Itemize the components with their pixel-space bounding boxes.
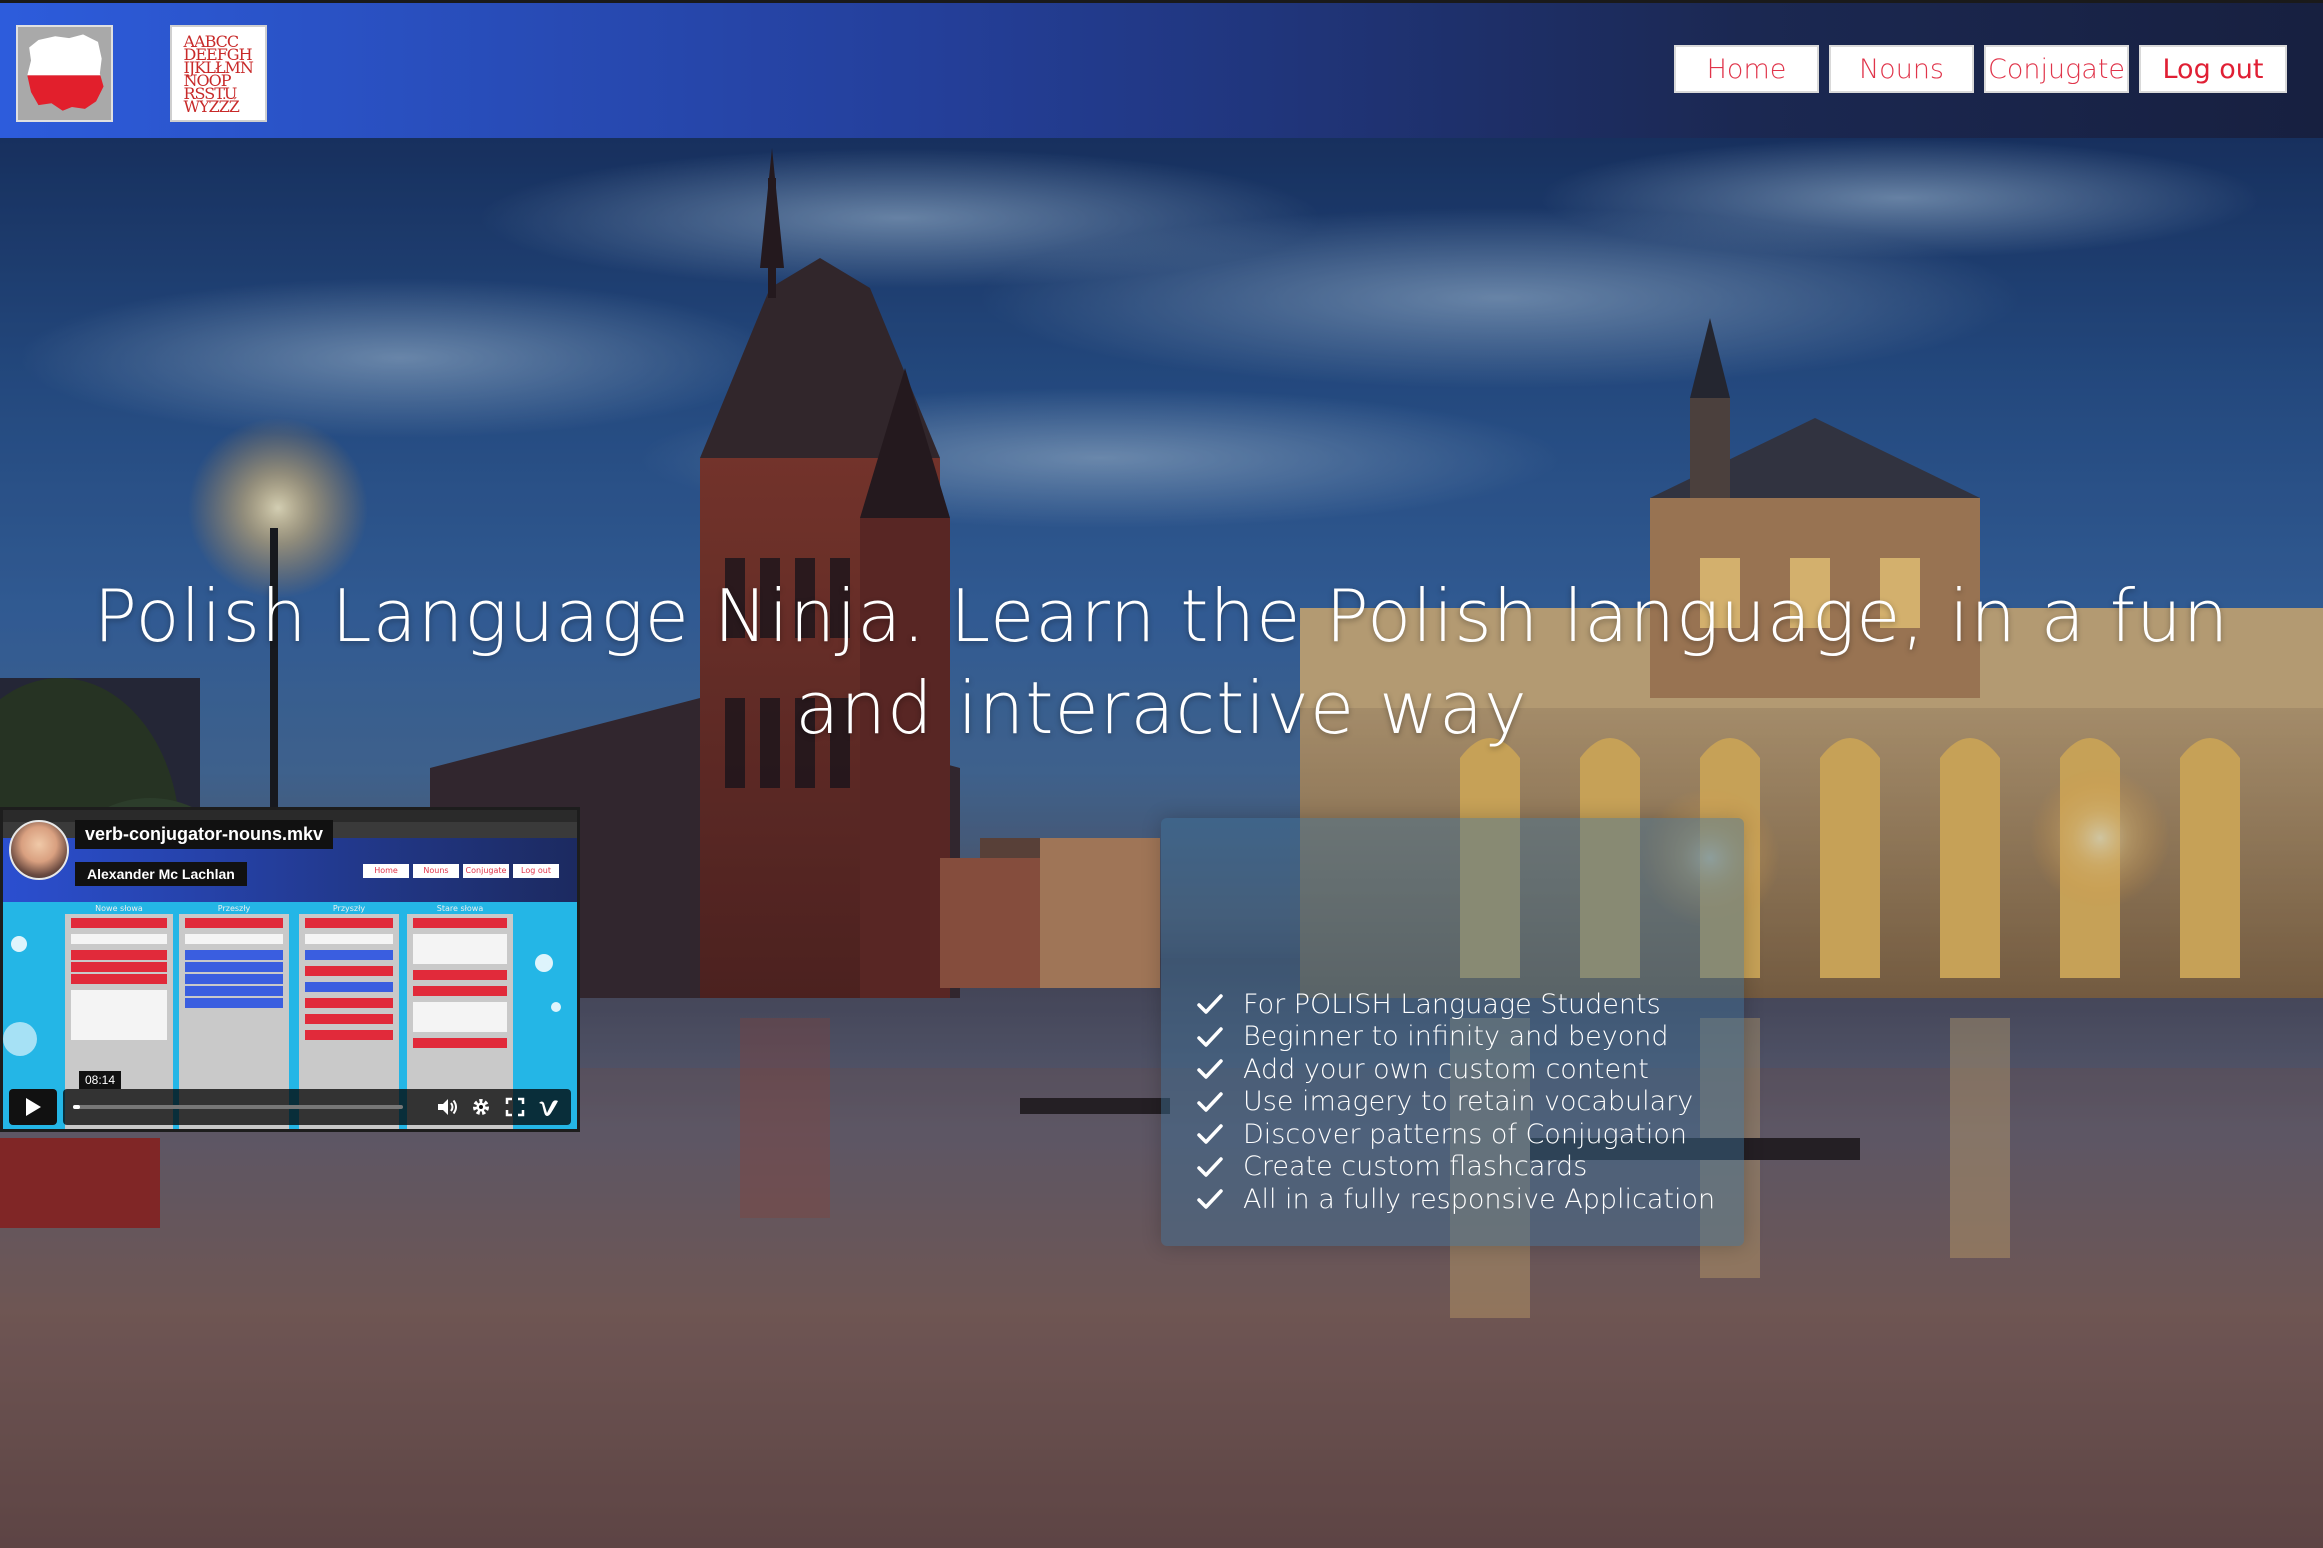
decorative-bubble xyxy=(11,936,27,952)
video-cell xyxy=(185,986,283,996)
feature-item: Discover patterns of Conjugation xyxy=(1197,1118,1744,1151)
top-navbar: AABCC DEEFGH IJKLŁMN NOOP RSSTU WYZŻŹ Ho… xyxy=(0,0,2323,138)
feature-item: Beginner to infinity and beyond xyxy=(1197,1021,1744,1054)
check-icon xyxy=(1197,1157,1223,1177)
video-controls xyxy=(9,1087,571,1127)
check-icon xyxy=(1197,1124,1223,1144)
video-mini-nav-item: Conjugate xyxy=(463,864,509,878)
video-mini-nav-item: Log out xyxy=(513,864,559,878)
hero-headline: Polish Language Ninja. Learn the Polish … xyxy=(93,574,2230,750)
video-control-icons xyxy=(435,1095,561,1119)
video-cell xyxy=(413,918,507,928)
video-cell xyxy=(185,934,283,944)
main-nav: Home Nouns Conjugate Log out xyxy=(1674,45,2287,93)
feature-text: Discover patterns of Conjugation xyxy=(1243,1118,1688,1150)
video-column-header: Przeszły xyxy=(217,904,251,913)
video-cell xyxy=(185,962,283,972)
feature-text: Add your own custom content xyxy=(1243,1053,1649,1085)
feature-text: For POLISH Language Students xyxy=(1243,988,1661,1020)
video-cell xyxy=(305,1014,393,1024)
play-icon xyxy=(26,1098,41,1116)
video-column-header: Stare słowa xyxy=(436,904,484,913)
video-column-header: Nowe słowa xyxy=(95,904,143,913)
video-progress-bar[interactable] xyxy=(63,1089,571,1125)
decorative-bubble xyxy=(551,1002,561,1012)
poland-map-flag-icon[interactable] xyxy=(16,25,113,122)
video-cell xyxy=(185,950,283,960)
video-title[interactable]: verb-conjugator-nouns.mkv xyxy=(75,820,334,849)
feature-item: All in a fully responsive Application xyxy=(1197,1183,1744,1216)
video-cell xyxy=(413,934,507,964)
video-cell xyxy=(71,962,167,972)
author-avatar[interactable] xyxy=(9,820,69,880)
video-cell xyxy=(305,982,393,992)
video-seek-fill xyxy=(73,1105,80,1109)
feature-item: Create custom flashcards xyxy=(1197,1151,1744,1184)
feature-item: For POLISH Language Students xyxy=(1197,988,1744,1021)
alphabet-letters: AABCC DEEFGH IJKLŁMN NOOP RSSTU WYZŻŹ xyxy=(183,31,254,116)
video-player[interactable]: Home Nouns Conjugate Log out Nowe słowa … xyxy=(0,807,580,1132)
decorative-bubble xyxy=(3,1022,37,1056)
video-cell xyxy=(413,1038,507,1048)
check-icon xyxy=(1197,994,1223,1014)
vimeo-icon[interactable] xyxy=(537,1095,561,1119)
video-cell xyxy=(185,974,283,984)
video-column-header: Przyszły xyxy=(332,904,366,913)
video-cell xyxy=(71,934,167,944)
features-list: For POLISH Language Students Beginner to… xyxy=(1197,988,1744,1216)
feature-item: Use imagery to retain vocabulary xyxy=(1197,1086,1744,1119)
feature-text: Beginner to infinity and beyond xyxy=(1243,1021,1669,1053)
video-cell xyxy=(305,950,393,960)
nav-nouns-button[interactable]: Nouns xyxy=(1829,45,1974,93)
nav-conjugate-button[interactable]: Conjugate xyxy=(1984,45,2129,93)
video-cell xyxy=(71,974,167,984)
decorative-bubble xyxy=(535,954,553,972)
check-icon xyxy=(1197,1059,1223,1079)
logout-button[interactable]: Log out xyxy=(2139,45,2287,93)
video-author[interactable]: Alexander Mc Lachlan xyxy=(75,862,247,886)
check-icon xyxy=(1197,1189,1223,1209)
check-icon xyxy=(1197,1092,1223,1112)
video-mini-nav-item: Nouns xyxy=(413,864,459,878)
alphabet-logo-icon[interactable]: AABCC DEEFGH IJKLŁMN NOOP RSSTU WYZŻŹ xyxy=(170,25,267,122)
video-cell xyxy=(185,918,283,928)
check-icon xyxy=(1197,1027,1223,1047)
video-mini-nav: Home Nouns Conjugate Log out xyxy=(363,864,559,878)
features-panel: For POLISH Language Students Beginner to… xyxy=(1161,818,1744,1246)
settings-icon[interactable] xyxy=(469,1095,493,1119)
video-cell xyxy=(305,1030,393,1040)
video-cell xyxy=(71,918,167,928)
video-cell xyxy=(71,950,167,960)
video-mini-nav-item: Home xyxy=(363,864,409,878)
video-cell xyxy=(305,966,393,976)
feature-text: Use imagery to retain vocabulary xyxy=(1243,1086,1694,1118)
nav-home-button[interactable]: Home xyxy=(1674,45,1819,93)
video-cell xyxy=(305,998,393,1008)
video-cell xyxy=(413,970,507,980)
feature-item: Add your own custom content xyxy=(1197,1053,1744,1086)
play-button[interactable] xyxy=(9,1089,57,1125)
feature-text: Create custom flashcards xyxy=(1243,1151,1588,1183)
video-cell xyxy=(413,986,507,996)
fullscreen-icon[interactable] xyxy=(503,1095,527,1119)
video-cell xyxy=(71,990,167,1040)
video-cell xyxy=(185,998,283,1008)
video-seek-track[interactable] xyxy=(73,1105,403,1109)
volume-icon[interactable] xyxy=(435,1095,459,1119)
video-cell xyxy=(305,918,393,928)
feature-text: All in a fully responsive Application xyxy=(1243,1183,1716,1215)
video-cell xyxy=(305,934,393,944)
video-cell xyxy=(413,1002,507,1032)
